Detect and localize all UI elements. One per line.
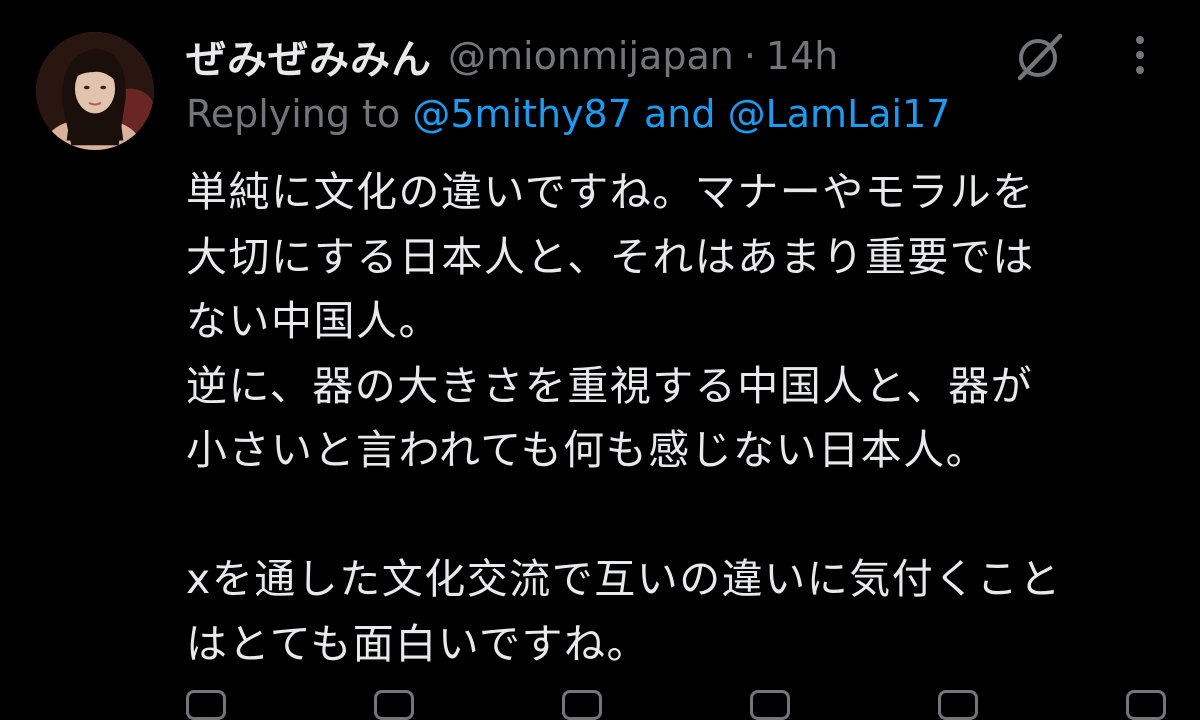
replying-to: Replying to @5mithy87 and @LamLai17 [186,92,950,136]
grok-icon[interactable] [1010,26,1070,86]
reply-icon[interactable] [186,690,226,720]
mention-link[interactable]: @LamLai17 [728,92,951,136]
repost-icon[interactable] [374,690,414,720]
like-icon[interactable] [562,690,602,720]
tweet-text-line: ない中国人。 [186,297,441,345]
tweet-text-line: 逆に、器の大きさを重視する中国人と、器が [186,361,1034,410]
tweet-header: ぜみぜみみん @mionmijapan · 14h [186,26,838,86]
tweet-text-line: 単純に文化の違いですね。マナーやモラルを [186,168,1035,216]
tweet-text-line [186,483,1176,548]
more-icon[interactable] [1120,30,1160,80]
action-bar [186,690,1166,720]
mention-link[interactable]: @5mithy87 [412,92,632,136]
tweet-text-line: はとても面白いですね。 [186,619,649,668]
separator-dot: · [743,34,756,78]
replying-to-label: Replying to [186,92,401,136]
views-icon[interactable] [750,690,790,720]
tweet-text-line: xを通した文化交流で互いの違いに気付くこと [186,555,1062,603]
timestamp[interactable]: 14h [766,34,838,78]
avatar-image [36,32,154,150]
tweet[interactable]: ぜみぜみみん @mionmijapan · 14h Replying to @5… [0,0,1200,720]
mention-conjunction: and [644,92,716,136]
user-handle[interactable]: @mionmijapan [448,34,734,78]
tweet-text-line: 小さいと言われても何も感じない日本人。 [186,426,989,474]
bookmark-icon[interactable] [938,690,978,720]
display-name[interactable]: ぜみぜみみん [186,27,432,85]
tweet-text-line: 大切にする日本人と、それはあまり重要では [186,232,1035,281]
share-icon[interactable] [1126,690,1166,720]
avatar[interactable] [36,32,154,150]
tweet-text: 単純に文化の違いですね。マナーやモラルを 大切にする日本人と、それはあまり重要で… [186,160,1176,676]
